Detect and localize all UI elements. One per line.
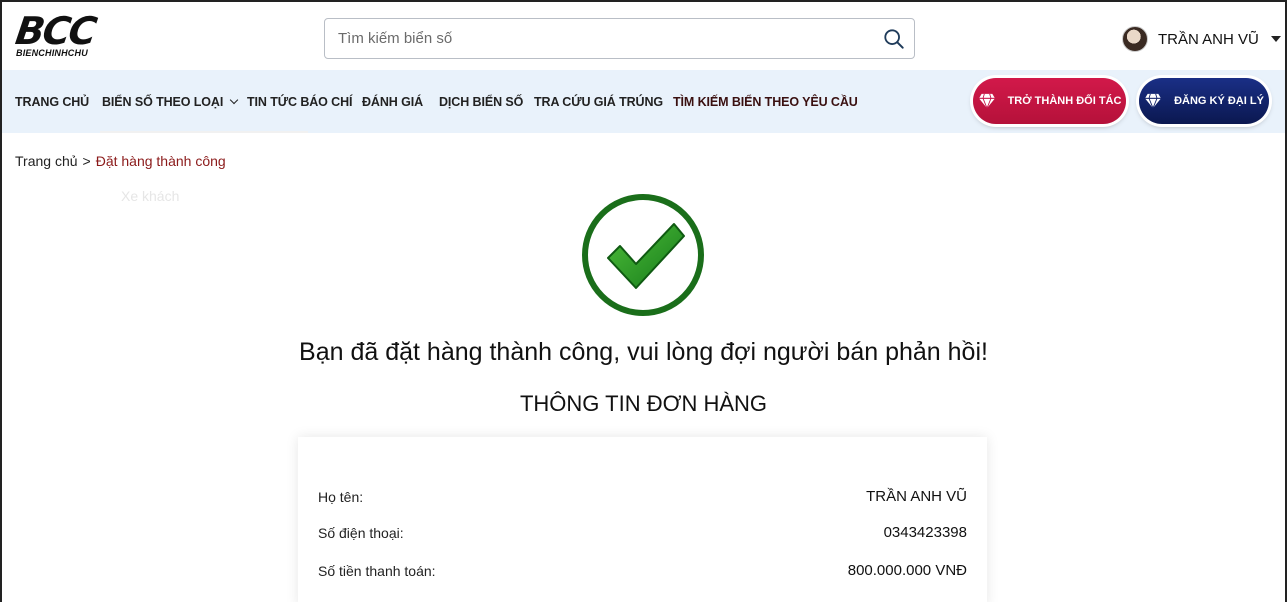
diamond-icon	[978, 93, 995, 109]
search-icon[interactable]	[883, 28, 905, 50]
order-row-phone: Số điện thoại: 0343423398	[318, 517, 967, 541]
breadcrumb-current: Đặt hàng thành công	[95, 153, 226, 169]
nav-item-home[interactable]: TRANG CHỦ	[15, 95, 89, 109]
nav-item-news[interactable]: TIN TỨC BÁO CHÍ	[247, 95, 353, 109]
chevron-down-icon	[229, 95, 239, 105]
order-info-card: Họ tên: TRẦN ANH VŨ Số điện thoại: 03434…	[298, 437, 987, 602]
become-partner-label: TRỞ THÀNH ĐỐI TÁC	[1007, 95, 1122, 107]
check-circle-icon	[582, 194, 704, 316]
nav-item-plates-by-type-label: BIỂN SỐ THEO LOẠI	[102, 95, 224, 109]
nav-item-plate-translation[interactable]: DỊCH BIỂN SỐ	[439, 95, 523, 109]
diamond-icon	[1145, 93, 1162, 109]
success-message: Bạn đã đặt hàng thành công, vui lòng đợi…	[299, 338, 988, 366]
logo-mark: BCC	[12, 9, 98, 53]
dropdown-edge	[100, 131, 308, 133]
avatar[interactable]	[1122, 26, 1148, 52]
order-row-label: Họ tên:	[318, 489, 364, 505]
order-row-value: TRẦN ANH VŨ	[866, 488, 967, 505]
nav-item-reviews[interactable]: ĐÁNH GIÁ	[362, 95, 423, 109]
nav-item-plates-by-type[interactable]: BIỂN SỐ THEO LOẠI	[102, 95, 239, 109]
order-row-label: Số điện thoại:	[318, 525, 404, 541]
breadcrumb-separator: >	[82, 153, 91, 169]
order-row-label: Số tiền thanh toán:	[318, 563, 436, 579]
order-row-name: Họ tên: TRẦN ANH VŨ	[318, 481, 967, 505]
user-menu[interactable]: TRẦN ANH VŨ	[1122, 24, 1281, 54]
search-input[interactable]	[325, 19, 865, 58]
logo[interactable]: BCC BIENCHINHCHU	[12, 9, 116, 62]
order-row-amount: Số tiền thanh toán: 800.000.000 VNĐ	[318, 555, 967, 579]
register-agency-label: ĐĂNG KÝ ĐẠI LÝ	[1174, 95, 1264, 107]
header: BCC BIENCHINHCHU TRẦN ANH VŨ	[2, 2, 1285, 70]
breadcrumb: Trang chủ > Đặt hàng thành công	[15, 153, 226, 169]
breadcrumb-home[interactable]: Trang chủ	[15, 153, 78, 169]
register-agency-button[interactable]: ĐĂNG KÝ ĐẠI LÝ	[1139, 78, 1269, 124]
dropdown-ghost-item: Xe khách	[121, 188, 180, 204]
order-info-title: THÔNG TIN ĐƠN HÀNG	[519, 391, 768, 416]
nav-item-search-on-request[interactable]: TÌM KIẾM BIỂN THEO YÊU CẦU	[673, 95, 858, 109]
nav-item-winning-price-lookup[interactable]: TRA CỨU GIÁ TRÚNG	[534, 95, 663, 109]
become-partner-button[interactable]: TRỞ THÀNH ĐỐI TÁC	[973, 78, 1126, 124]
search-box	[324, 18, 915, 59]
order-row-value: 0343423398	[883, 524, 967, 541]
user-name[interactable]: TRẦN ANH VŨ	[1158, 31, 1259, 48]
caret-down-icon[interactable]	[1270, 36, 1281, 42]
order-row-value: 800.000.000 VNĐ	[847, 562, 967, 579]
